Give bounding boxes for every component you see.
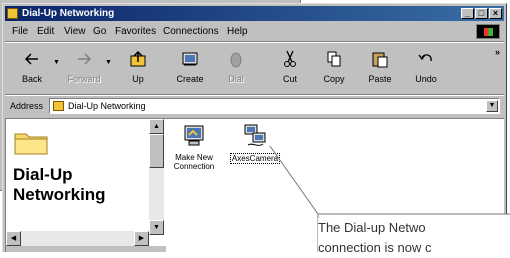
callout-pointer: [269, 145, 510, 252]
callout-text: The Dial-up Netwo connection is now c: [318, 218, 510, 258]
